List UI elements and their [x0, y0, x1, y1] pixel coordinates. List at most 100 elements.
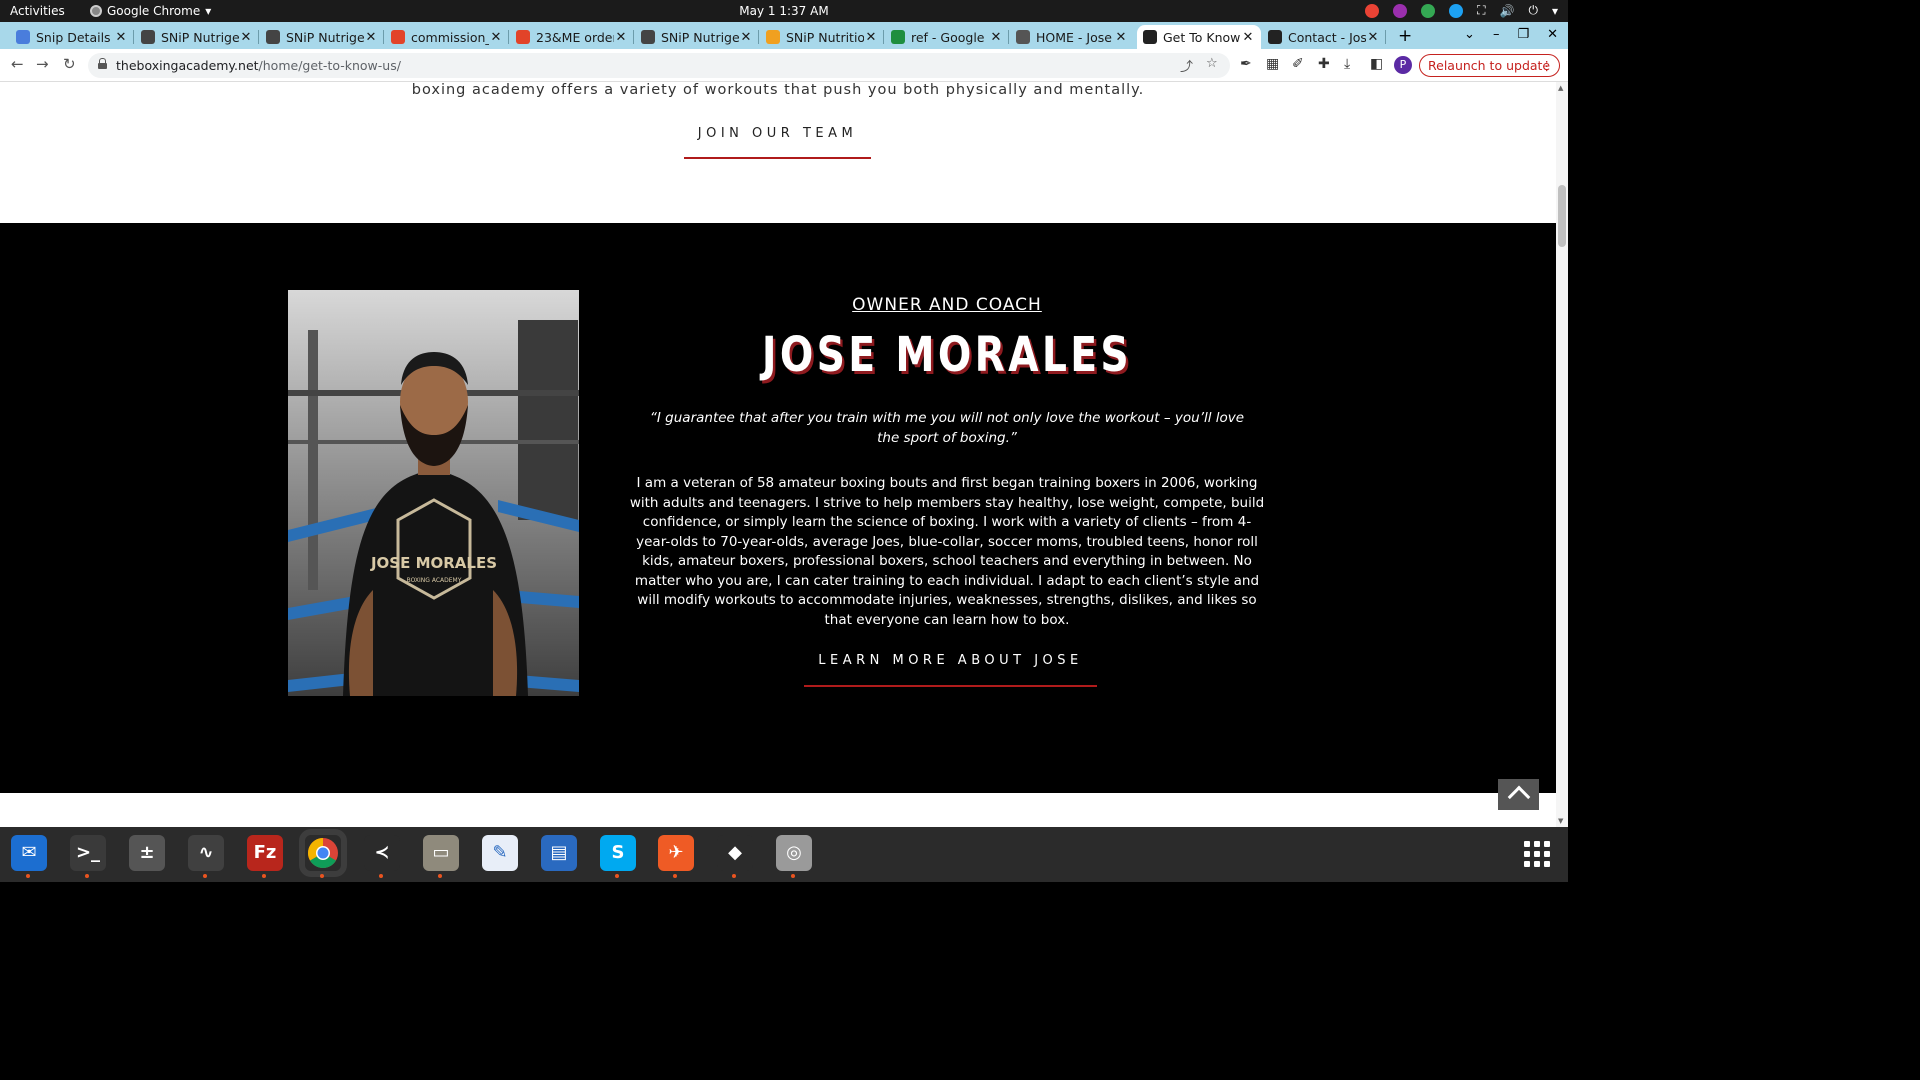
network-icon[interactable]: ⛶: [1477, 3, 1485, 18]
dock-chrome-icon[interactable]: [299, 829, 347, 878]
browser-tab[interactable]: Snip Details ✕: [10, 25, 134, 49]
browser-tab[interactable]: Contact - Jos ✕: [1262, 25, 1386, 49]
show-applications-icon[interactable]: [1524, 841, 1550, 867]
volume-icon[interactable]: 🔊: [1500, 4, 1515, 18]
tab-favicon-icon: [1143, 30, 1157, 44]
power-icon[interactable]: ⏻: [1528, 3, 1538, 18]
url-path: /home/get-to-know-us/: [258, 58, 401, 73]
download-icon[interactable]: ⤓: [1344, 56, 1350, 72]
tab-close-icon[interactable]: ✕: [364, 30, 378, 45]
dock-postman-icon[interactable]: ✈: [658, 835, 694, 878]
page-scrollbar[interactable]: ▲ ▼: [1556, 82, 1568, 827]
sync-tray-icon[interactable]: [1421, 3, 1436, 18]
tab-title: SNiP Nutritio: [786, 29, 864, 45]
browser-tab[interactable]: commission_ ✕: [385, 25, 509, 49]
forward-icon[interactable]: →: [36, 55, 49, 73]
tab-favicon-icon: [16, 30, 30, 44]
tab-favicon-icon: [1268, 30, 1282, 44]
back-to-top-button[interactable]: [1498, 779, 1539, 810]
tab-close-icon[interactable]: ✕: [864, 30, 878, 45]
kebab-menu-icon[interactable]: ⋮: [1541, 55, 1554, 76]
bluetooth-tray-icon[interactable]: [1449, 3, 1464, 18]
dock-hotspot-icon[interactable]: ◆: [717, 835, 753, 878]
tab-title: SNiP Nutrige: [286, 29, 364, 45]
relaunch-to-update-button[interactable]: Relaunch to update ⋮: [1419, 54, 1560, 77]
dock-disk-utility-icon[interactable]: ◎: [776, 835, 812, 878]
side-panel-icon[interactable]: ◧: [1370, 56, 1383, 72]
scroll-down-icon[interactable]: ▼: [1558, 817, 1563, 825]
browser-tab[interactable]: SNiP Nutrige ✕: [260, 25, 384, 49]
tab-title: SNiP Nutrige: [661, 29, 739, 45]
coach-name-heading: JOSE MORALES: [761, 327, 1133, 383]
tab-close-icon[interactable]: ✕: [1366, 30, 1380, 45]
share-icon[interactable]: ⤴: [1180, 56, 1193, 75]
dock-system-monitor-icon[interactable]: ∿: [188, 835, 224, 878]
address-bar[interactable]: theboxingacademy.net/home/get-to-know-us…: [88, 53, 1230, 78]
browser-tab[interactable]: ref - Google S ✕: [885, 25, 1009, 49]
dock-terminal-icon[interactable]: >_: [70, 835, 106, 878]
profile-avatar[interactable]: P: [1394, 56, 1412, 74]
tab-search-icon[interactable]: ⌄: [1464, 27, 1475, 42]
browser-tab[interactable]: SNiP Nutrige ✕: [635, 25, 759, 49]
app-tray-icon[interactable]: [1393, 3, 1408, 18]
dock-files-icon[interactable]: ▭: [423, 835, 459, 878]
lock-icon[interactable]: [98, 58, 107, 69]
tab-title: Get To Know: [1163, 29, 1241, 45]
coach-bio: I am a veteran of 58 amateur boxing bout…: [629, 475, 1265, 628]
url-domain: theboxingacademy.net: [116, 58, 259, 73]
browser-tab[interactable]: SNiP Nutritio ✕: [760, 25, 884, 49]
tab-close-icon[interactable]: ✕: [1241, 30, 1255, 45]
browser-tab[interactable]: 23&ME order ✕: [510, 25, 634, 49]
browser-tab[interactable]: HOME - Jose ✕: [1010, 25, 1134, 49]
tab-close-icon[interactable]: ✕: [239, 30, 253, 45]
owner-and-coach-label[interactable]: OWNER AND COACH: [640, 295, 1254, 315]
close-window-icon[interactable]: ✕: [1547, 27, 1558, 42]
dock-calculator-icon[interactable]: ±: [129, 835, 165, 871]
tab-close-icon[interactable]: ✕: [489, 30, 503, 45]
tab-close-icon[interactable]: ✕: [614, 30, 628, 45]
tab-title: SNiP Nutrige: [161, 29, 239, 45]
join-our-team-button[interactable]: JOIN OUR TEAM: [684, 126, 871, 159]
page-viewport: boxing academy offers a variety of worko…: [0, 82, 1556, 827]
coach-photo-illustration: JOSE MORALES BOXING ACADEMY: [288, 290, 579, 696]
tab-title: 23&ME order: [536, 29, 614, 45]
clock[interactable]: May 1 1:37 AM: [0, 4, 1568, 18]
scrollbar-thumb[interactable]: [1558, 185, 1566, 247]
dock-filezilla-icon[interactable]: Fz: [247, 835, 283, 878]
minimize-icon[interactable]: –: [1493, 27, 1500, 42]
tab-close-icon[interactable]: ✕: [989, 30, 1003, 45]
tab-title: Snip Details: [36, 29, 111, 45]
dropdown-arrow-icon[interactable]: ▾: [1552, 4, 1558, 18]
learn-more-about-jose-button[interactable]: LEARN MORE ABOUT JOSE: [804, 653, 1097, 687]
dock-text-editor-icon[interactable]: ✎: [482, 835, 518, 871]
browser-toolbar: ← → ↻ theboxingacademy.net/home/get-to-k…: [0, 49, 1568, 82]
dock-thunderbird-icon[interactable]: ✉: [11, 835, 47, 878]
tab-title: Contact - Jos: [1288, 29, 1366, 45]
scroll-up-icon[interactable]: ▲: [1558, 84, 1563, 92]
back-icon[interactable]: ←: [11, 55, 24, 73]
browser-tab[interactable]: SNiP Nutrige ✕: [135, 25, 259, 49]
chevron-up-icon: [1507, 785, 1530, 809]
dock-vscode-icon[interactable]: ≺: [364, 835, 400, 878]
url-text[interactable]: theboxingacademy.net/home/get-to-know-us…: [116, 58, 401, 73]
tab-close-icon[interactable]: ✕: [739, 30, 753, 45]
reload-icon[interactable]: ↻: [63, 55, 76, 73]
tab-favicon-icon: [141, 30, 155, 44]
pen-extension-icon[interactable]: ✐: [1292, 56, 1304, 72]
tab-strip: Snip Details ✕ SNiP Nutrige ✕ SNiP Nutrige ✕ c…: [0, 22, 1568, 49]
browser-tab[interactable]: Get To Know ✕: [1137, 25, 1261, 49]
chrome-tray-icon[interactable]: [1365, 3, 1380, 18]
extensions-puzzle-icon[interactable]: ✚: [1318, 56, 1330, 72]
new-tab-button[interactable]: +: [1398, 26, 1412, 46]
bookmark-star-icon[interactable]: ☆: [1206, 56, 1218, 71]
dock-skype-icon[interactable]: S: [600, 835, 636, 878]
relaunch-label: Relaunch to update: [1428, 58, 1551, 73]
tab-close-icon[interactable]: ✕: [114, 30, 128, 45]
tab-favicon-icon: [641, 30, 655, 44]
restore-icon[interactable]: ❐: [1517, 27, 1529, 42]
calendar-extension-icon[interactable]: ▦: [1266, 56, 1279, 72]
shirt-logo-text: JOSE MORALES: [370, 554, 497, 572]
tab-close-icon[interactable]: ✕: [1114, 30, 1128, 45]
eyedropper-extension-icon[interactable]: ✒: [1240, 56, 1252, 72]
dock-document-viewer-icon[interactable]: ▤: [541, 835, 577, 871]
